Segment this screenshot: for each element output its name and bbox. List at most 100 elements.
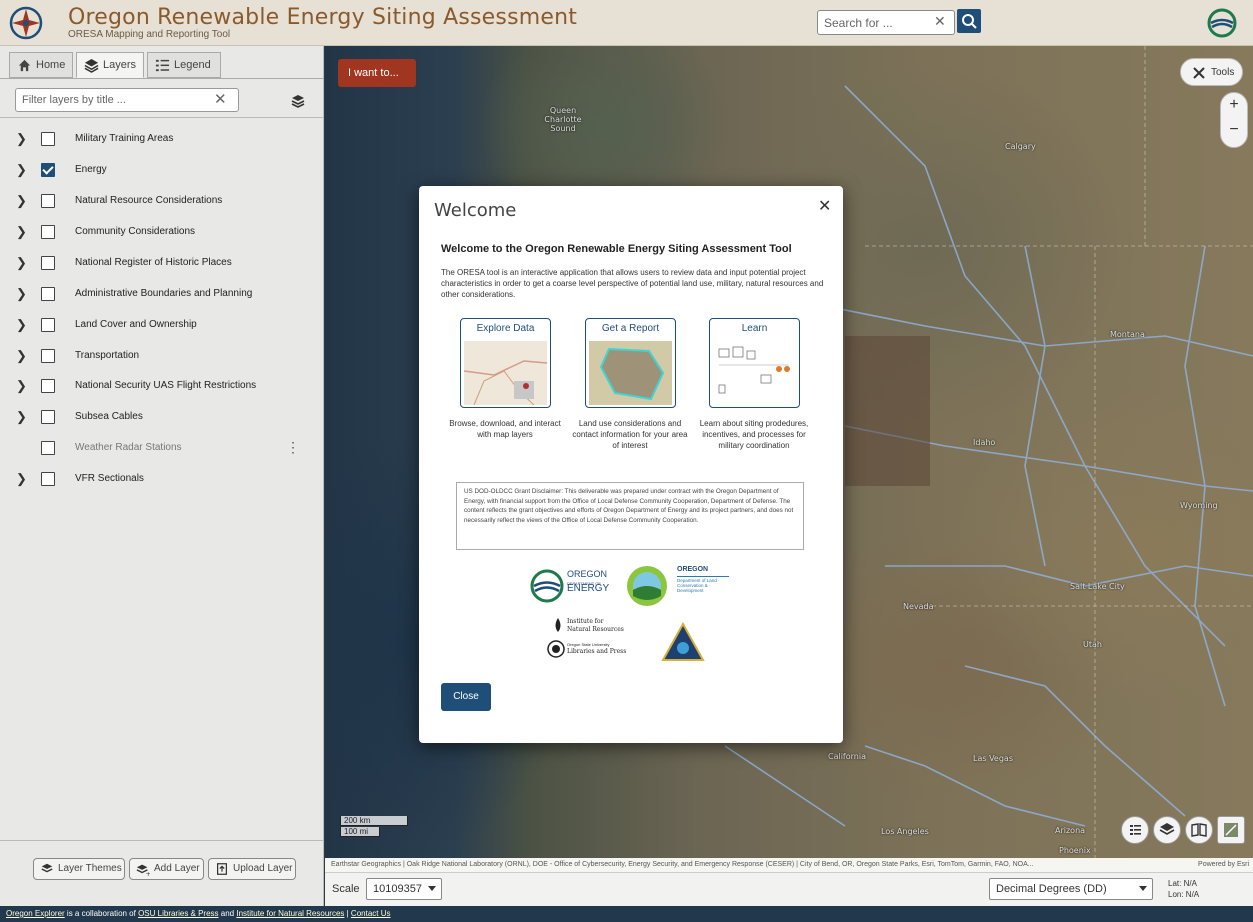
layer-row-community[interactable]: ❯ Community Considerations — [0, 217, 324, 247]
dialog-intro: The ORESA tool is an interactive applica… — [441, 268, 824, 299]
chevron-right-icon[interactable]: ❯ — [16, 286, 27, 302]
svg-text:+: + — [146, 871, 150, 876]
zoom-out-button[interactable]: − — [1221, 121, 1247, 139]
more-options-icon[interactable]: ⋮ — [286, 439, 300, 456]
layer-row-historic-places[interactable]: ❯ National Register of Historic Places — [0, 248, 324, 278]
layer-checkbox[interactable] — [41, 379, 55, 393]
chevron-right-icon[interactable]: ❯ — [16, 471, 27, 487]
welcome-dialog: Welcome ✕ Welcome to the Oregon Renewabl… — [419, 186, 843, 743]
map-legend-button[interactable] — [1121, 816, 1149, 844]
osu-libraries-link[interactable]: OSU Libraries & Press — [138, 909, 218, 918]
divider — [0, 117, 324, 118]
layer-checkbox[interactable] — [41, 441, 55, 455]
learn-card[interactable]: Learn — [709, 318, 800, 408]
chevron-right-icon[interactable]: ❯ — [16, 162, 27, 178]
layer-row-admin-boundaries[interactable]: ❯ Administrative Boundaries and Planning — [0, 279, 324, 309]
tab-home[interactable]: Home — [9, 52, 73, 78]
layer-themes-label: Layer Themes — [58, 863, 122, 874]
partner-text: ENERGY — [567, 583, 610, 594]
chevron-right-icon[interactable]: ❯ — [16, 348, 27, 364]
map-label: Phoenix — [1059, 846, 1091, 855]
coordinate-system-value: Decimal Degrees (DD) — [996, 883, 1107, 895]
tab-legend[interactable]: Legend — [147, 52, 221, 78]
cursor-coordinates: Lat: N/A Lon: N/A — [1168, 878, 1199, 900]
map-label: Nevada — [903, 602, 934, 611]
chevron-right-icon[interactable]: ❯ — [16, 224, 27, 240]
chevron-right-icon[interactable]: ❯ — [16, 378, 27, 394]
add-layer-button[interactable]: + Add Layer — [129, 858, 204, 880]
layer-themes-button[interactable]: Layer Themes — [33, 858, 125, 880]
search-button[interactable] — [957, 9, 981, 33]
close-button[interactable]: Close — [441, 683, 491, 711]
layer-checkbox[interactable] — [41, 410, 55, 424]
layer-row-military[interactable]: ❯ Military Training Areas — [0, 124, 324, 154]
search-icon — [962, 14, 977, 29]
get-a-report-card[interactable]: Get a Report — [585, 318, 676, 408]
app-header: Oregon Renewable Energy Siting Assessmen… — [0, 0, 1253, 46]
layer-label: National Security UAS Flight Restriction… — [75, 380, 257, 391]
layer-row-weather-radar[interactable]: Weather Radar Stations ⋮ — [0, 433, 324, 463]
layer-checkbox[interactable] — [41, 225, 55, 239]
basemap-button[interactable] — [1185, 816, 1213, 844]
card-title: Get a Report — [601, 323, 660, 334]
tools-button[interactable]: Tools — [1180, 58, 1243, 86]
zoom-in-button[interactable]: + — [1221, 96, 1247, 114]
layer-checkbox[interactable] — [41, 163, 55, 177]
layer-row-energy[interactable]: ❯ Energy — [0, 155, 324, 185]
filter-layers-input[interactable]: Filter layers by title ... — [15, 88, 239, 112]
coordinate-system-select[interactable]: Decimal Degrees (DD) — [989, 878, 1153, 900]
chevron-right-icon[interactable]: ❯ — [16, 409, 27, 425]
search-clear-icon[interactable]: ✕ — [934, 13, 946, 30]
inr-link[interactable]: Institute for Natural Resources — [236, 909, 344, 918]
layer-label: Transportation — [75, 350, 140, 361]
layer-row-uas[interactable]: ❯ National Security UAS Flight Restricti… — [0, 371, 324, 401]
tab-layers-label: Layers — [103, 59, 137, 71]
partner-text: Department of Land Conservation & Develo… — [677, 576, 729, 593]
layer-row-transportation[interactable]: ❯ Transportation — [0, 341, 324, 371]
get-report-map-thumbnail — [589, 341, 672, 405]
add-layer-icon: + — [136, 864, 150, 876]
chevron-right-icon[interactable]: ❯ — [16, 131, 27, 147]
layer-checkbox[interactable] — [41, 472, 55, 486]
tab-layers[interactable]: Layers — [76, 52, 144, 78]
caret-down-icon — [1139, 886, 1147, 891]
layer-checkbox[interactable] — [41, 349, 55, 363]
map-layers-button[interactable] — [1153, 816, 1181, 844]
zoom-control: + − — [1220, 92, 1248, 148]
chevron-right-icon[interactable]: ❯ — [16, 317, 27, 333]
scale-select[interactable]: 10109357 — [366, 878, 442, 900]
map-label: Las Vegas — [973, 754, 1013, 763]
contact-us-link[interactable]: Contact Us — [351, 909, 391, 918]
inr-drop-icon — [555, 618, 561, 632]
map-label: Montana — [1110, 330, 1145, 339]
tools-icon — [1193, 67, 1205, 79]
layer-themes-icon[interactable] — [290, 93, 306, 109]
divider — [0, 78, 324, 79]
i-want-to-button[interactable]: I want to... — [338, 59, 416, 87]
layer-label: Community Considerations — [75, 226, 196, 237]
oregon-explorer-link[interactable]: Oregon Explorer — [6, 909, 65, 918]
filter-clear-icon[interactable]: ✕ — [214, 90, 227, 108]
scale-bar: 200 km 100 mi — [340, 816, 408, 838]
explore-data-card[interactable]: Explore Data — [460, 318, 551, 408]
layer-row-subsea-cables[interactable]: ❯ Subsea Cables — [0, 402, 324, 432]
layer-row-natural-resource[interactable]: ❯ Natural Resource Considerations — [0, 186, 324, 216]
map-status-bar: Scale 10109357 Decimal Degrees (DD) Lat:… — [325, 872, 1253, 906]
chevron-right-icon[interactable]: ❯ — [16, 193, 27, 209]
partner-text: Oregon State University — [567, 642, 610, 647]
tab-home-label: Home — [36, 59, 66, 71]
layer-row-vfr[interactable]: ❯ VFR Sectionals — [0, 464, 324, 494]
card-description: Learn about siting prodedures, incentive… — [699, 419, 809, 450]
layer-checkbox[interactable] — [41, 318, 55, 332]
oregon-energy-logo-icon[interactable] — [1207, 8, 1237, 38]
layer-row-land-cover[interactable]: ❯ Land Cover and Ownership — [0, 310, 324, 340]
upload-layer-button[interactable]: Upload Layer — [208, 858, 296, 880]
chevron-right-icon[interactable]: ❯ — [16, 255, 27, 271]
overview-map-button[interactable] — [1217, 816, 1245, 844]
layer-checkbox[interactable] — [41, 287, 55, 301]
powered-by-esri-link[interactable]: Powered by Esri — [1194, 861, 1249, 868]
close-icon[interactable]: ✕ — [818, 196, 831, 216]
layer-checkbox[interactable] — [41, 256, 55, 270]
layer-checkbox[interactable] — [41, 194, 55, 208]
layer-checkbox[interactable] — [41, 132, 55, 146]
